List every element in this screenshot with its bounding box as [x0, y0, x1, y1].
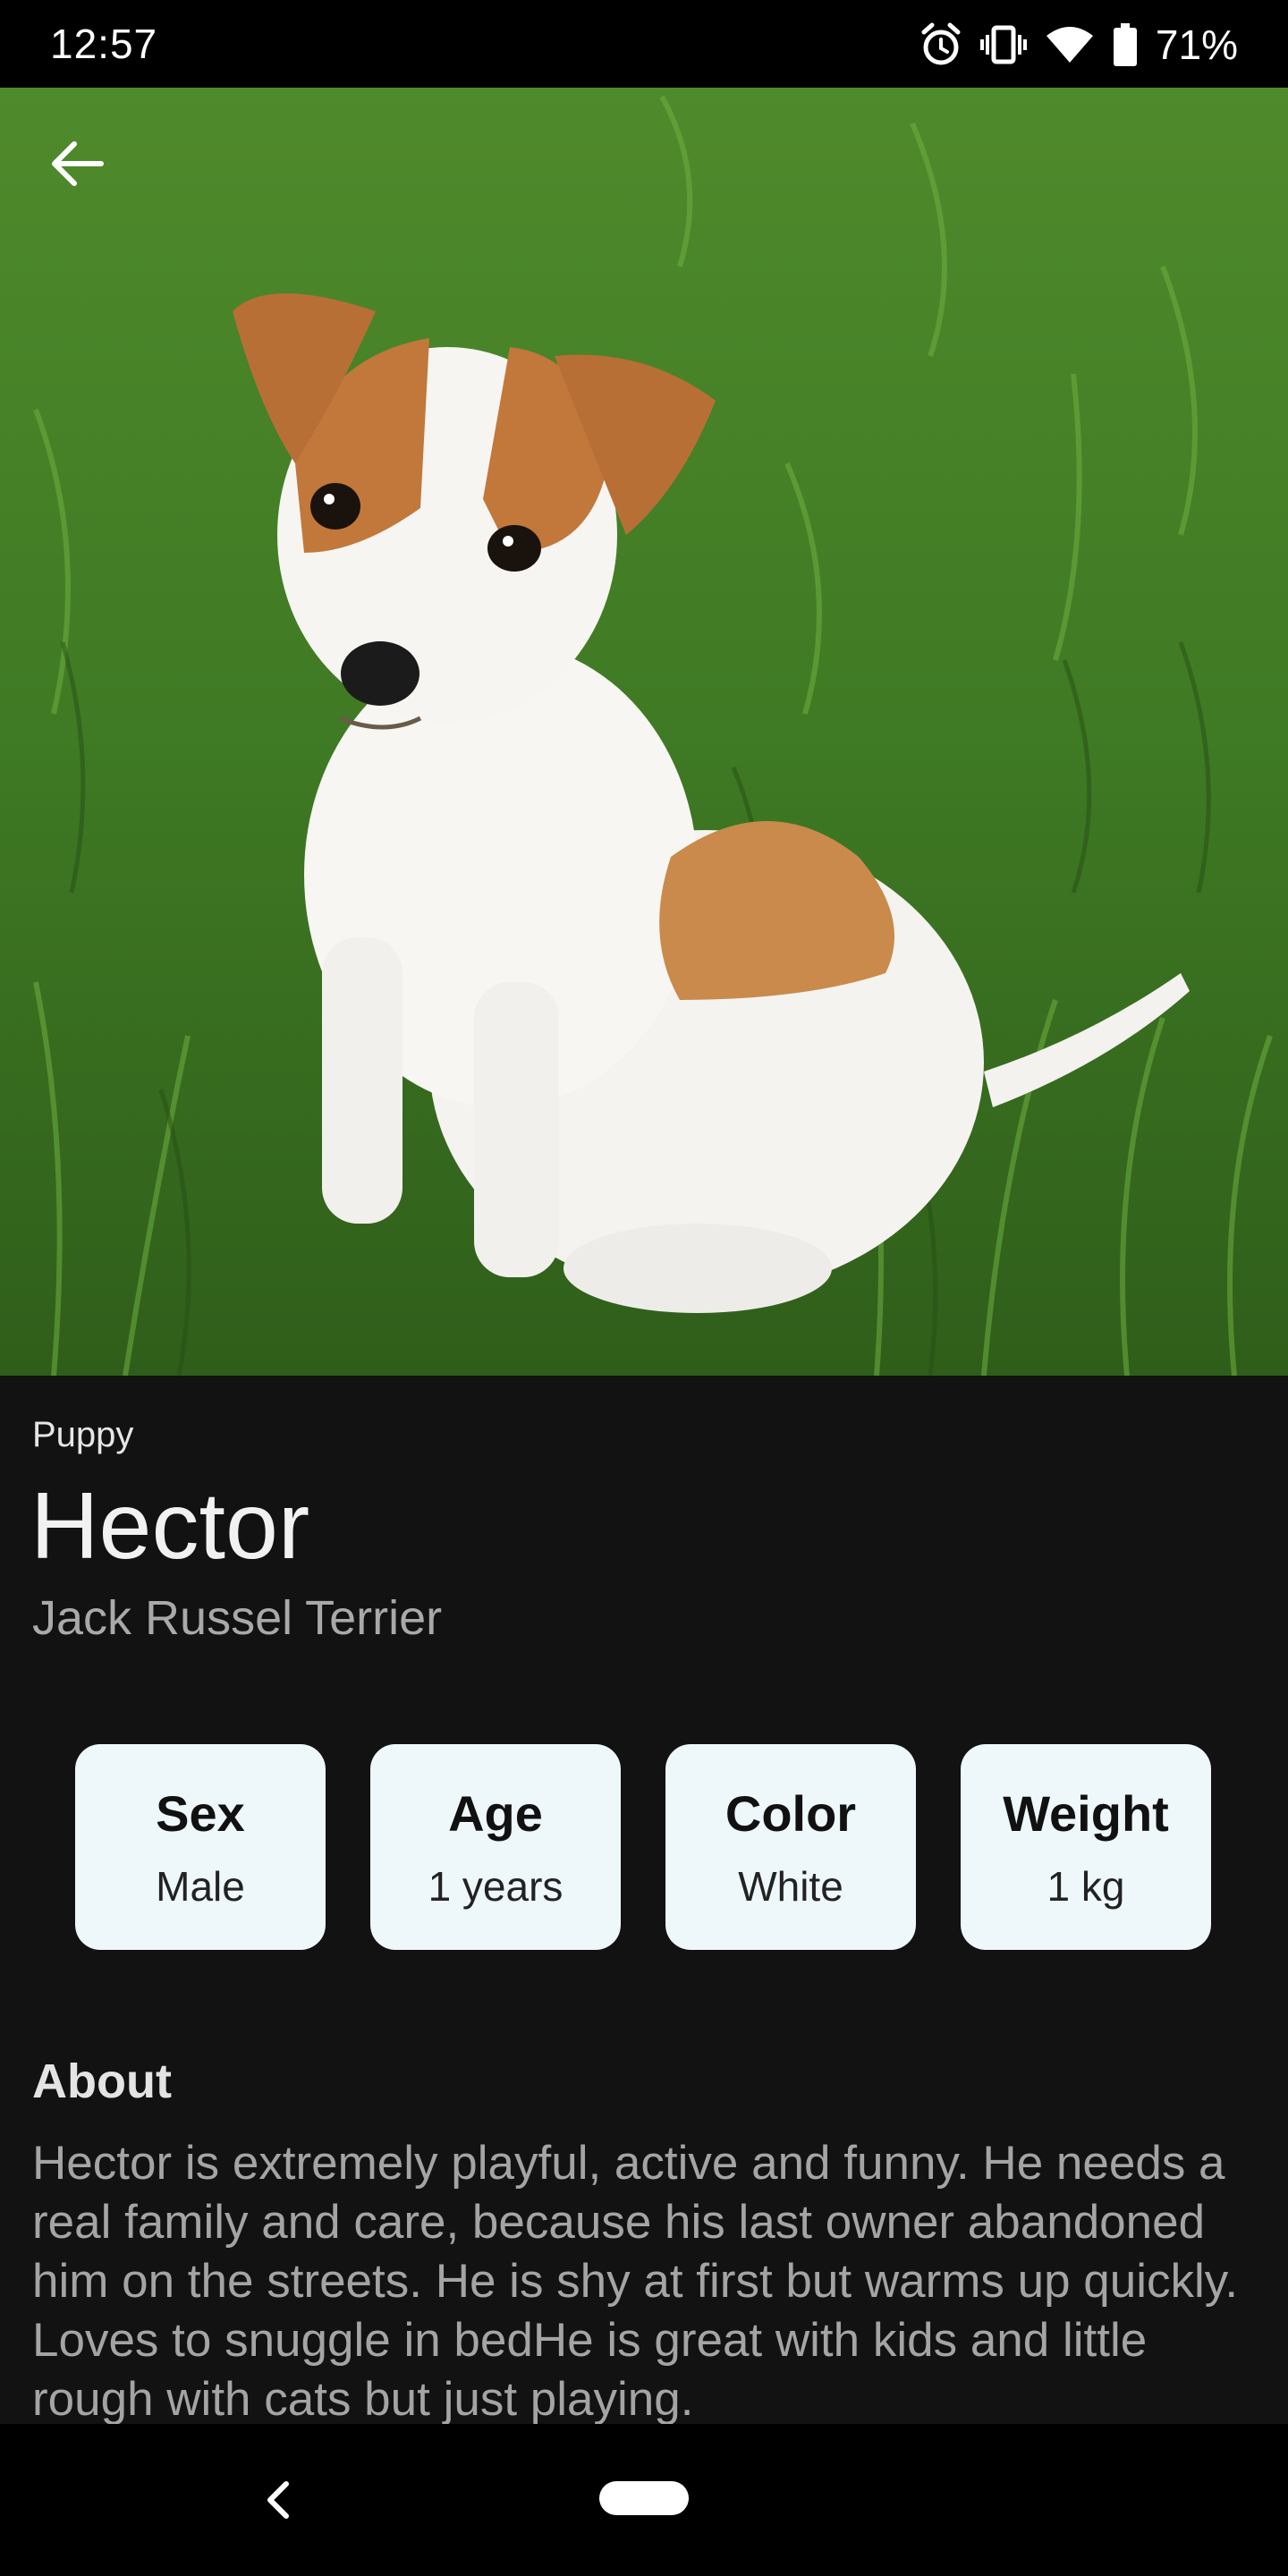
stat-value: Male [156, 1862, 245, 1910]
system-nav-bar [0, 2424, 1288, 2576]
status-icons: 71% [919, 18, 1238, 72]
stat-value: 1 kg [1046, 1862, 1125, 1910]
stat-card-sex: Sex Male [75, 1744, 326, 1950]
back-button[interactable] [36, 123, 116, 204]
pet-details: Puppy Hector Jack Russel Terrier Sex Mal… [0, 1376, 1288, 2424]
status-time: 12:57 [50, 21, 158, 67]
about-title: About [32, 2055, 172, 2108]
vibrate-icon [979, 24, 1027, 65]
nav-back-button[interactable] [247, 2460, 309, 2540]
stat-card-age: Age 1 years [370, 1744, 621, 1950]
wifi-icon [1045, 25, 1095, 64]
about-text: Hector is extremely playful, active and … [32, 2137, 1239, 2424]
pet-category: Puppy [32, 1415, 134, 1454]
stat-value: 1 years [428, 1862, 564, 1910]
pet-breed: Jack Russel Terrier [32, 1591, 443, 1645]
stat-card-weight: Weight 1 kg [961, 1744, 1211, 1950]
battery-icon [1113, 23, 1138, 66]
status-bar: 12:57 71% [0, 0, 1288, 88]
stat-value: White [738, 1862, 843, 1910]
arrow-left-icon [52, 141, 104, 186]
stat-card-color: Color White [665, 1744, 916, 1950]
battery-percent: 71% [1155, 21, 1238, 68]
stat-label: Weight [1003, 1784, 1169, 1842]
home-pill-icon[interactable] [599, 2481, 689, 2515]
pet-stats: Sex Male Age 1 years Color White Weight … [75, 1744, 1211, 1950]
chevron-left-icon [267, 2481, 289, 2519]
stat-label: Age [448, 1784, 543, 1842]
pet-name: Hector [30, 1473, 310, 1579]
pet-photo [0, 88, 1288, 1376]
stat-label: Color [724, 1784, 857, 1842]
stat-label: Sex [156, 1784, 245, 1842]
puppy-image [0, 88, 1288, 1376]
alarm-icon [919, 21, 962, 68]
